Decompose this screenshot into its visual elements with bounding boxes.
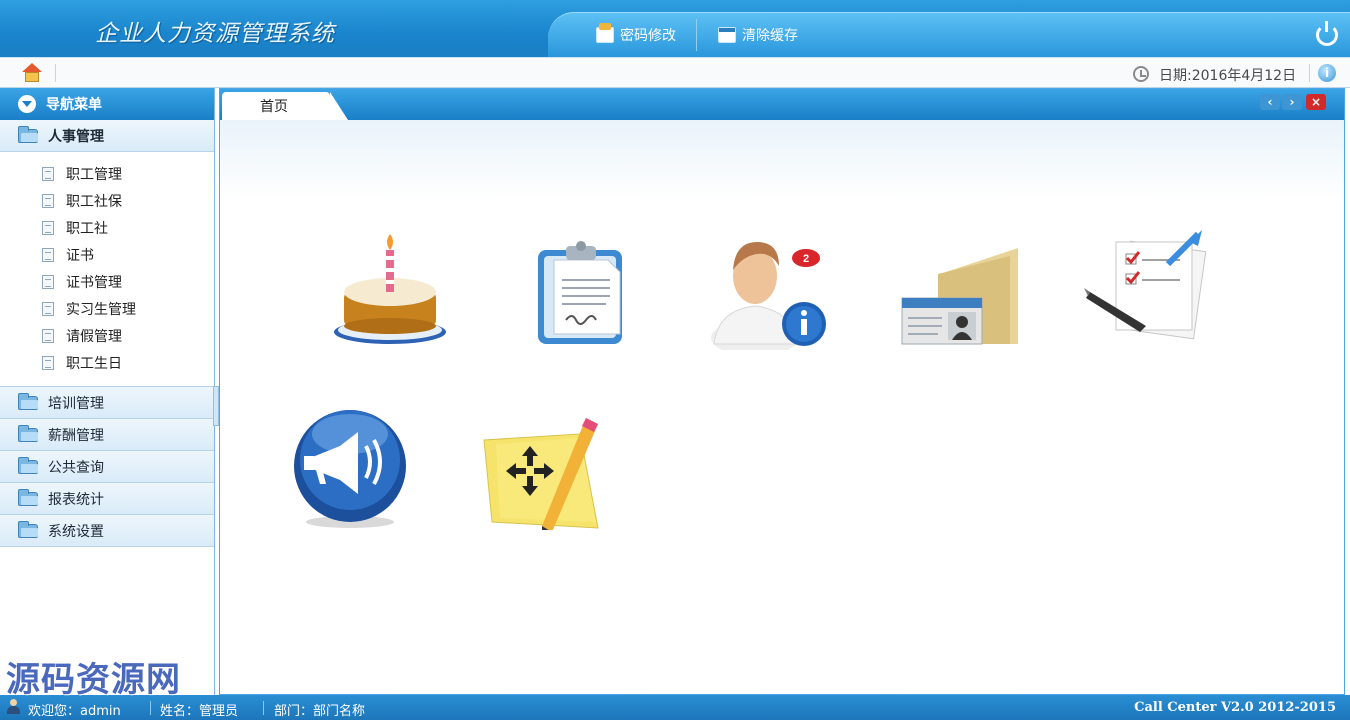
info-icon[interactable]: i <box>1318 64 1336 82</box>
sidebar-group-hr[interactable]: 人事管理 <box>0 120 214 152</box>
sidebar: 导航菜单 人事管理 职工管理 职工社保 职工社 证书 证书管理 实习生管理 请假… <box>0 88 215 695</box>
user-info-icon: 2 <box>711 242 826 356</box>
folder-icon <box>18 125 38 143</box>
sidebar-group-label: 人事管理 <box>48 128 104 145</box>
footer-divider <box>150 701 151 715</box>
home-roof <box>22 63 42 72</box>
date-display: 日期:2016年4月12日 <box>1159 68 1297 84</box>
nav-menu-header[interactable]: 导航菜单 <box>0 88 214 120</box>
toolbar-divider <box>55 64 56 82</box>
app-header: 企业人力资源管理系统 密码修改 清除缓存 <box>0 0 1350 57</box>
document-icon <box>42 328 54 343</box>
tab-close-button[interactable]: × <box>1306 94 1326 110</box>
app-title: 企业人力资源管理系统 <box>95 21 335 47</box>
folder-id-card-tile[interactable] <box>890 220 1030 350</box>
user-info-tile[interactable]: 2 <box>700 220 840 356</box>
sidebar-group-salary[interactable]: 薪酬管理 <box>0 419 214 451</box>
footer-divider <box>263 701 264 715</box>
document-icon <box>42 355 54 370</box>
sidebar-group-label: 培训管理 <box>48 395 104 412</box>
sidebar-item-label: 实习生管理 <box>66 301 136 318</box>
copyright-text: Call Center V2.0 2012-2015 <box>1134 700 1336 715</box>
birthday-cake-tile[interactable] <box>320 220 460 350</box>
sidebar-item-staff-social[interactable]: 职工社 <box>0 214 214 241</box>
move-note-tile[interactable] <box>470 400 610 536</box>
sidebar-item-staff[interactable]: 职工管理 <box>0 160 214 187</box>
sidebar-item-label: 职工社保 <box>66 193 122 210</box>
collapse-icon <box>18 95 36 113</box>
checklist-edit-tile[interactable] <box>1080 220 1220 350</box>
sidebar-item-birthday[interactable]: 职工生日 <box>0 349 214 376</box>
sidebar-item-social-security[interactable]: 职工社保 <box>0 187 214 214</box>
power-icon[interactable] <box>1316 21 1338 46</box>
sidebar-item-label: 职工管理 <box>66 166 122 183</box>
window-icon <box>718 27 736 43</box>
sidebar-group-label: 系统设置 <box>48 523 104 540</box>
folder-icon <box>18 488 38 506</box>
sidebar-item-label: 证书 <box>66 247 94 264</box>
birthday-cake-icon <box>334 234 446 344</box>
tab-strip: 首页 ‹ › × <box>220 89 1344 120</box>
clock-icon <box>1133 66 1149 82</box>
change-password-button[interactable]: 密码修改 <box>596 23 676 47</box>
sidebar-group-reports[interactable]: 报表统计 <box>0 483 214 515</box>
sidebar-group-training[interactable]: 培训管理 <box>0 387 214 419</box>
clipboard-document-icon <box>538 241 622 344</box>
tab-next-button[interactable]: › <box>1282 94 1302 110</box>
sidebar-group-label: 薪酬管理 <box>48 427 104 444</box>
sidebar-group-query[interactable]: 公共查询 <box>0 451 214 483</box>
header-tab-divider <box>696 19 697 51</box>
sidebar-group-settings[interactable]: 系统设置 <box>0 515 214 547</box>
tab-home[interactable]: 首页 <box>222 92 348 120</box>
home-content: 2 <box>220 120 1344 694</box>
user-name-text: 姓名：管理员 <box>160 704 239 719</box>
password-icon <box>596 23 614 43</box>
home-wall <box>25 72 39 82</box>
clipboard-document-tile[interactable] <box>510 220 650 350</box>
clear-cache-label: 清除缓存 <box>742 28 798 44</box>
megaphone-icon <box>294 410 406 528</box>
sidebar-group-label: 公共查询 <box>48 459 104 476</box>
folder-id-card-icon <box>901 248 1018 345</box>
sidebar-item-leave-mgmt[interactable]: 请假管理 <box>0 322 214 349</box>
folder-icon <box>18 424 38 442</box>
sidebar-item-label: 职工生日 <box>66 355 122 372</box>
header-tabs: 密码修改 清除缓存 <box>548 12 1350 57</box>
folder-icon <box>18 392 38 410</box>
toolbar: 日期:2016年4月12日 i <box>0 57 1350 88</box>
welcome-text: 欢迎您：admin <box>28 704 121 719</box>
change-password-label: 密码修改 <box>620 28 676 44</box>
department-text: 部门：部门名称 <box>274 704 366 719</box>
nav-menu-title: 导航菜单 <box>46 97 102 113</box>
sidebar-group-label: 报表统计 <box>48 491 104 508</box>
sidebar-item-label: 证书管理 <box>66 274 122 291</box>
move-note-icon <box>483 418 599 536</box>
sidebar-item-certificate-mgmt[interactable]: 证书管理 <box>0 268 214 295</box>
document-icon <box>42 193 54 208</box>
watermark-logo: 源码资源网 <box>6 660 181 700</box>
user-icon <box>6 699 20 715</box>
document-icon <box>42 301 54 316</box>
folder-icon <box>18 456 38 474</box>
tab-prev-button[interactable]: ‹ <box>1260 94 1280 110</box>
document-icon <box>42 166 54 181</box>
folder-icon <box>18 520 38 538</box>
status-bar: 欢迎您：admin 姓名：管理员 部门：部门名称 Call Center V2.… <box>0 695 1350 720</box>
document-icon <box>42 220 54 235</box>
sidebar-item-intern-mgmt[interactable]: 实习生管理 <box>0 295 214 322</box>
main-panel: 首页 ‹ › × 2 <box>219 88 1345 695</box>
sidebar-item-label: 职工社 <box>66 220 108 237</box>
home-icon[interactable] <box>21 63 43 83</box>
document-icon <box>42 247 54 262</box>
checklist-edit-icon <box>1084 230 1207 340</box>
clear-cache-button[interactable]: 清除缓存 <box>718 23 798 47</box>
megaphone-tile[interactable] <box>280 400 420 530</box>
sidebar-item-list: 职工管理 职工社保 职工社 证书 证书管理 实习生管理 请假管理 职工生日 <box>0 152 214 387</box>
toolbar-divider-right <box>1309 64 1310 82</box>
notification-badge: 2 <box>803 253 809 265</box>
document-icon <box>42 274 54 289</box>
sidebar-item-certificate[interactable]: 证书 <box>0 241 214 268</box>
sidebar-item-label: 请假管理 <box>66 328 122 345</box>
